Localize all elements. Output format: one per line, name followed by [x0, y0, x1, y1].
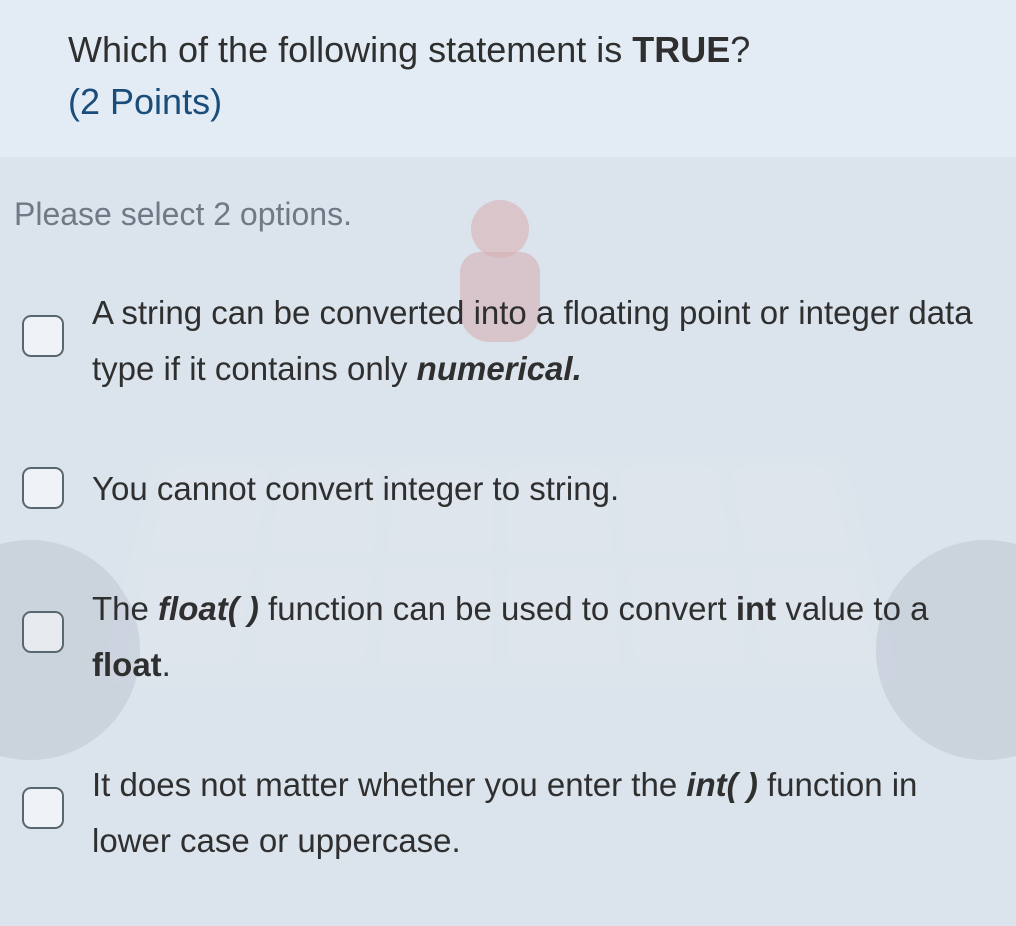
option-text-part: The — [92, 590, 158, 627]
option-row: You cannot convert integer to string. — [22, 461, 978, 517]
option-checkbox[interactable] — [22, 787, 64, 829]
option-checkbox[interactable] — [22, 467, 64, 509]
option-text-part: float — [92, 646, 162, 683]
option-row: It does not matter whether you enter the… — [22, 757, 978, 869]
option-text-part: numerical. — [417, 350, 582, 387]
question-emph: TRUE — [632, 29, 730, 70]
option-row: The float( ) function can be used to con… — [22, 581, 978, 693]
options-list: A string can be converted into a floatin… — [14, 285, 986, 870]
option-row: A string can be converted into a floatin… — [22, 285, 978, 397]
option-checkbox[interactable] — [22, 315, 64, 357]
option-checkbox[interactable] — [22, 611, 64, 653]
option-text: A string can be converted into a floatin… — [92, 285, 978, 397]
question-body: Please select 2 options. A string can be… — [0, 158, 1016, 870]
option-text-part: int( ) — [686, 766, 757, 803]
option-text-part: int — [736, 590, 776, 627]
option-text-part: function can be used to convert — [259, 590, 736, 627]
option-text-part: . — [162, 646, 171, 683]
option-text: You cannot convert integer to string. — [92, 461, 978, 517]
option-text: It does not matter whether you enter the… — [92, 757, 978, 869]
question-suffix: ? — [730, 29, 750, 70]
option-text-part: value to a — [776, 590, 928, 627]
question-points: (2 Points) — [68, 81, 1016, 123]
option-text-part: You cannot convert integer to string. — [92, 470, 619, 507]
option-text-part: float( ) — [158, 590, 259, 627]
option-text-part: It does not matter whether you enter the — [92, 766, 686, 803]
selection-instruction: Please select 2 options. — [14, 196, 986, 233]
question-prefix: Which of the following statement is — [68, 29, 632, 70]
question-header: Which of the following statement is TRUE… — [0, 0, 1016, 158]
quiz-page: Which of the following statement is TRUE… — [0, 0, 1016, 926]
option-text: The float( ) function can be used to con… — [92, 581, 978, 693]
question-title: Which of the following statement is TRUE… — [68, 26, 1016, 75]
